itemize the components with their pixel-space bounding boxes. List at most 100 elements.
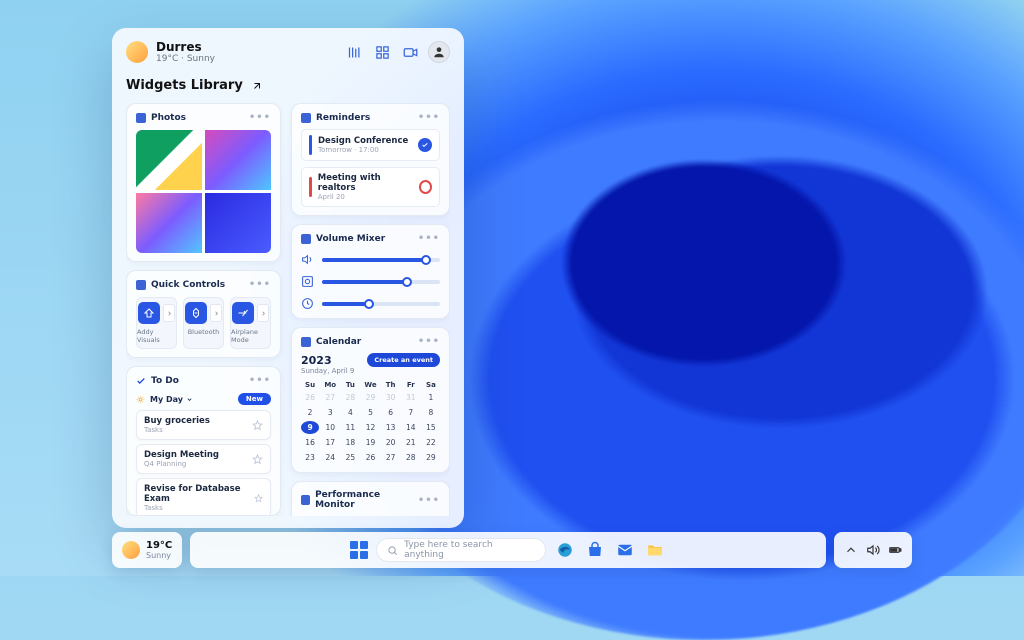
more-icon[interactable]: •••: [249, 375, 271, 386]
calendar-day[interactable]: 29: [422, 451, 440, 464]
taskbar-app-mail[interactable]: [614, 539, 636, 561]
grid-view-icon[interactable]: [372, 42, 392, 62]
calendar-day[interactable]: 21: [402, 436, 420, 449]
quick-controls-icon: [136, 280, 146, 290]
calendar-day[interactable]: 31: [402, 391, 420, 404]
reminders-icon: [301, 113, 311, 123]
calendar-day[interactable]: 7: [402, 406, 420, 419]
calendar-day[interactable]: 24: [321, 451, 339, 464]
taskbar-center: Type here to search anything: [190, 532, 826, 568]
taskbar-app-edge[interactable]: [554, 539, 576, 561]
photo-grid[interactable]: [136, 130, 271, 253]
calendar-dow: Sa: [422, 381, 440, 389]
todo-filter-dropdown[interactable]: My Day: [150, 395, 193, 404]
todo-item[interactable]: Buy groceriesTasks: [136, 410, 271, 440]
chevron-right-icon[interactable]: [257, 304, 269, 322]
calendar-day[interactable]: 30: [382, 391, 400, 404]
quick-toggle[interactable]: [185, 302, 207, 324]
calendar-day[interactable]: 1: [422, 391, 440, 404]
more-icon[interactable]: •••: [418, 495, 440, 506]
photo-thumb[interactable]: [136, 193, 202, 253]
calendar-day[interactable]: 3: [321, 406, 339, 419]
calendar-day[interactable]: 13: [382, 421, 400, 434]
calendar-day[interactable]: 20: [382, 436, 400, 449]
search-input[interactable]: Type here to search anything: [376, 538, 546, 562]
calendar-day[interactable]: 26: [361, 451, 379, 464]
calendar-day[interactable]: 27: [382, 451, 400, 464]
todo-title: Design Meeting: [144, 450, 219, 460]
video-icon[interactable]: [400, 42, 420, 62]
reminder-status[interactable]: [418, 138, 432, 152]
photo-thumb[interactable]: [205, 193, 271, 253]
performance-widget: Performance Monitor••• 78%RAM26%Local Di…: [291, 481, 450, 516]
calendar-day[interactable]: 14: [402, 421, 420, 434]
quick-toggle[interactable]: [232, 302, 254, 324]
more-icon[interactable]: •••: [418, 336, 440, 347]
calendar-dow: Fr: [402, 381, 420, 389]
calendar-day[interactable]: 28: [341, 391, 359, 404]
create-event-button[interactable]: Create an event: [367, 353, 440, 367]
check-icon: [136, 376, 146, 386]
calendar-day[interactable]: 19: [361, 436, 379, 449]
quick-label: Bluetooth: [188, 328, 220, 336]
calendar-day[interactable]: 15: [422, 421, 440, 434]
start-button[interactable]: [350, 541, 368, 559]
calendar-day[interactable]: 10: [321, 421, 339, 434]
photo-thumb[interactable]: [205, 130, 271, 190]
calendar-day[interactable]: 16: [301, 436, 319, 449]
volume-slider-2[interactable]: [301, 275, 440, 288]
calendar-day[interactable]: 26: [301, 391, 319, 404]
chevron-right-icon[interactable]: [210, 304, 222, 322]
todo-title: Revise for Database Exam: [144, 484, 248, 504]
taskbar-weather[interactable]: 19°C Sunny: [112, 532, 182, 568]
reminder-status[interactable]: [419, 180, 432, 194]
library-view-icon[interactable]: [344, 42, 364, 62]
quick-toggle[interactable]: [138, 302, 160, 324]
weather-summary: 19°C · Sunny: [156, 54, 215, 64]
calendar-day[interactable]: 6: [382, 406, 400, 419]
calendar-day[interactable]: 4: [341, 406, 359, 419]
todo-item[interactable]: Revise for Database ExamTasks: [136, 478, 271, 516]
more-icon[interactable]: •••: [418, 233, 440, 244]
calendar-day[interactable]: 25: [341, 451, 359, 464]
volume-slider-3[interactable]: [301, 297, 440, 310]
calendar-day[interactable]: 8: [422, 406, 440, 419]
reminder-item[interactable]: Design ConferenceTomorrow · 17:00: [301, 129, 440, 161]
widget-title: To Do: [151, 376, 179, 386]
calendar-day[interactable]: 2: [301, 406, 319, 419]
expand-icon[interactable]: [251, 80, 263, 92]
chevron-right-icon[interactable]: [163, 304, 175, 322]
star-icon[interactable]: [252, 420, 263, 431]
star-icon[interactable]: [252, 454, 263, 465]
more-icon[interactable]: •••: [418, 112, 440, 123]
user-avatar[interactable]: [428, 41, 450, 63]
calendar-day[interactable]: 5: [361, 406, 379, 419]
calendar-day[interactable]: 23: [301, 451, 319, 464]
taskbar-app-explorer[interactable]: [644, 539, 666, 561]
volume-icon: [301, 234, 311, 244]
volume-slider-1[interactable]: [301, 253, 440, 266]
photo-thumb[interactable]: [136, 130, 202, 190]
calendar-day[interactable]: 12: [361, 421, 379, 434]
calendar-day[interactable]: 22: [422, 436, 440, 449]
calendar-dow: We: [361, 381, 379, 389]
new-todo-button[interactable]: New: [238, 393, 271, 405]
calendar-day[interactable]: 18: [341, 436, 359, 449]
system-tray[interactable]: [834, 532, 912, 568]
more-icon[interactable]: •••: [249, 279, 271, 290]
calendar-day[interactable]: 29: [361, 391, 379, 404]
volume-mixer-widget: Volume Mixer•••: [291, 224, 450, 319]
reminders-widget: Reminders••• Design ConferenceTomorrow ·…: [291, 103, 450, 216]
calendar-dow: Su: [301, 381, 319, 389]
calendar-day[interactable]: 28: [402, 451, 420, 464]
reminder-item[interactable]: Meeting with realtorsApril 20: [301, 167, 440, 207]
star-icon[interactable]: [254, 493, 263, 504]
calendar-day[interactable]: 27: [321, 391, 339, 404]
more-icon[interactable]: •••: [249, 112, 271, 123]
widget-title: Performance Monitor: [315, 490, 413, 510]
calendar-day[interactable]: 9: [301, 421, 319, 434]
calendar-day[interactable]: 17: [321, 436, 339, 449]
taskbar-app-store[interactable]: [584, 539, 606, 561]
todo-item[interactable]: Design MeetingQ4 Planning: [136, 444, 271, 474]
calendar-day[interactable]: 11: [341, 421, 359, 434]
